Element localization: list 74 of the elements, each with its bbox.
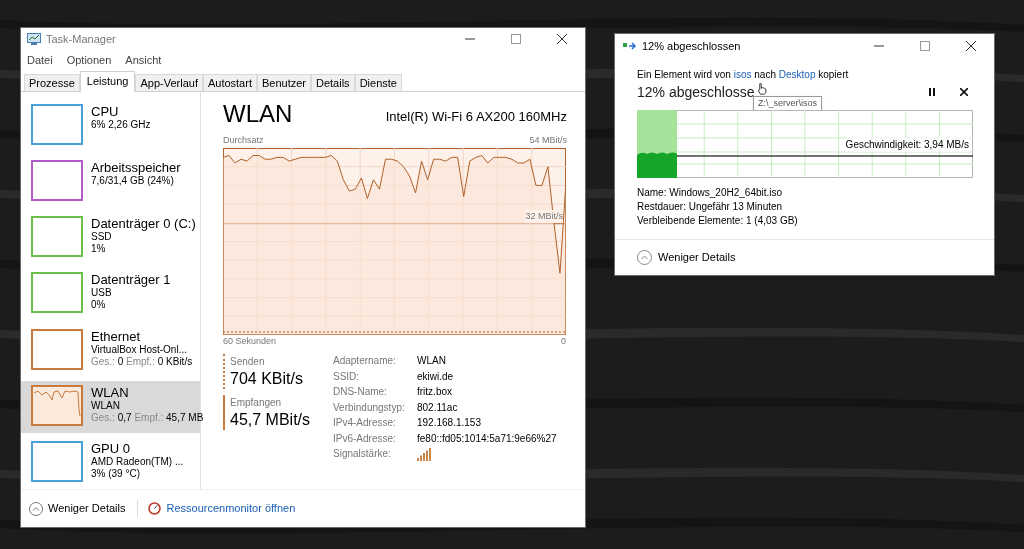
- item-rate: Ges.: 0 Empf.: 0 KBit/s: [91, 355, 193, 368]
- hand-cursor-icon: [757, 83, 767, 95]
- send-label: Senden: [230, 355, 266, 369]
- item-title: Datenträger 0 (C:): [91, 216, 196, 232]
- source-link[interactable]: isos: [733, 69, 752, 80]
- property-label: Adaptername:: [333, 354, 397, 368]
- graph-label: Durchsatz: [223, 134, 264, 147]
- receive-label: Empfangen: [230, 396, 283, 410]
- item-detail: VirtualBox Host-Onl...: [91, 343, 188, 356]
- item-detail: 7,6/31,4 GB (24%): [91, 175, 175, 188]
- property-label: IPv6-Adresse:: [333, 431, 397, 446]
- chevron-up-icon: [29, 501, 43, 516]
- item-title: WLAN: [91, 384, 130, 400]
- detail-title: WLAN: [223, 100, 293, 128]
- item-detail: 0%: [91, 299, 107, 312]
- target-link[interactable]: Desktop: [778, 69, 816, 80]
- window-title: Task-Manager: [46, 31, 116, 47]
- menu-item[interactable]: Ansicht: [125, 51, 162, 69]
- menu-item[interactable]: Datei: [27, 51, 53, 69]
- copy-icon: [623, 41, 637, 51]
- speed-label: Geschwindigkeit: 3,94 MB/s: [845, 137, 969, 152]
- fewer-details-button[interactable]: Weniger Details: [29, 500, 126, 517]
- item-title: Datenträger 1: [91, 272, 171, 288]
- property-value: fe80::fd05:1014:5a71:9e66%27: [417, 431, 557, 446]
- item-detail: 1%: [91, 243, 107, 256]
- item-detail: SSD: [91, 231, 112, 244]
- item-detail: USB: [91, 287, 112, 300]
- chevron-up-icon: [637, 250, 652, 265]
- menu-item[interactable]: Optionen: [66, 51, 112, 69]
- speed-area: [637, 151, 678, 178]
- gauge-icon: [148, 502, 162, 515]
- item-title: Arbeitsspeicher: [91, 160, 181, 176]
- tab[interactable]: Leistung: [79, 71, 136, 92]
- axis-zero-label: 0: [561, 334, 566, 348]
- send-value: 704 KBit/s: [230, 369, 304, 389]
- item-detail: AMD Radeon(TM) ...: [91, 455, 184, 468]
- pause-icon[interactable]: [928, 88, 936, 96]
- tab[interactable]: Details: [311, 74, 355, 91]
- item-detail: WLAN: [91, 399, 121, 412]
- window-title: 12% abgeschlossen: [642, 38, 741, 54]
- property-value: ekiwi.de: [417, 369, 455, 384]
- receive-value: 45,7 MBit/s: [230, 410, 312, 430]
- tab[interactable]: Autostart: [202, 74, 257, 91]
- detail-line: Restdauer: Ungefähr 13 Minuten: [637, 200, 784, 214]
- axis-max-label: 54 MBit/s: [529, 134, 567, 147]
- tab[interactable]: Prozesse: [24, 74, 80, 91]
- property-label: Signalstärke:: [333, 447, 392, 461]
- progress-heading: 12% abgeschlosse: [637, 82, 755, 102]
- property-label: IPv4-Adresse:: [333, 416, 397, 430]
- property-label: Verbindungstyp:: [333, 400, 406, 415]
- detail-line: Verbleibende Elemente: 1 (4,03 GB): [637, 214, 799, 228]
- item-title: CPU: [91, 104, 120, 119]
- tab[interactable]: Benutzer: [256, 74, 311, 91]
- copy-message: Ein Element wird von isos nach Desktop kopiert: [637, 68, 850, 82]
- item-title: GPU 0: [91, 440, 131, 456]
- item-detail: 6% 2,26 GHz: [91, 119, 151, 131]
- property-label: DNS-Name:: [333, 385, 388, 399]
- tab[interactable]: Dienste: [354, 74, 402, 91]
- property-value: 802.11ac: [417, 400, 459, 415]
- tab[interactable]: App-Verlauf: [135, 74, 203, 91]
- time-axis-label: 60 Sekunden: [223, 334, 277, 348]
- monitor-icon: [27, 33, 41, 45]
- property-label: SSID:: [333, 369, 361, 384]
- detail-line: Name: Windows_20H2_64bit.iso: [637, 186, 784, 200]
- resource-monitor-link[interactable]: Ressourcenmonitor öffnen: [137, 500, 296, 517]
- signal-strength-icon: [417, 447, 431, 461]
- property-value: WLAN: [417, 354, 447, 368]
- cancel-icon[interactable]: [960, 88, 968, 96]
- fewer-details-button[interactable]: Weniger Details: [637, 249, 736, 266]
- property-value: fritz.box: [417, 385, 453, 399]
- adapter-name: Intel(R) Wi-Fi 6 AX200 160MHz: [385, 107, 567, 126]
- item-detail: 3% (39 °C): [91, 467, 141, 480]
- item-title: Ethernet: [91, 328, 142, 344]
- property-value: 192.168.1.153: [417, 416, 482, 430]
